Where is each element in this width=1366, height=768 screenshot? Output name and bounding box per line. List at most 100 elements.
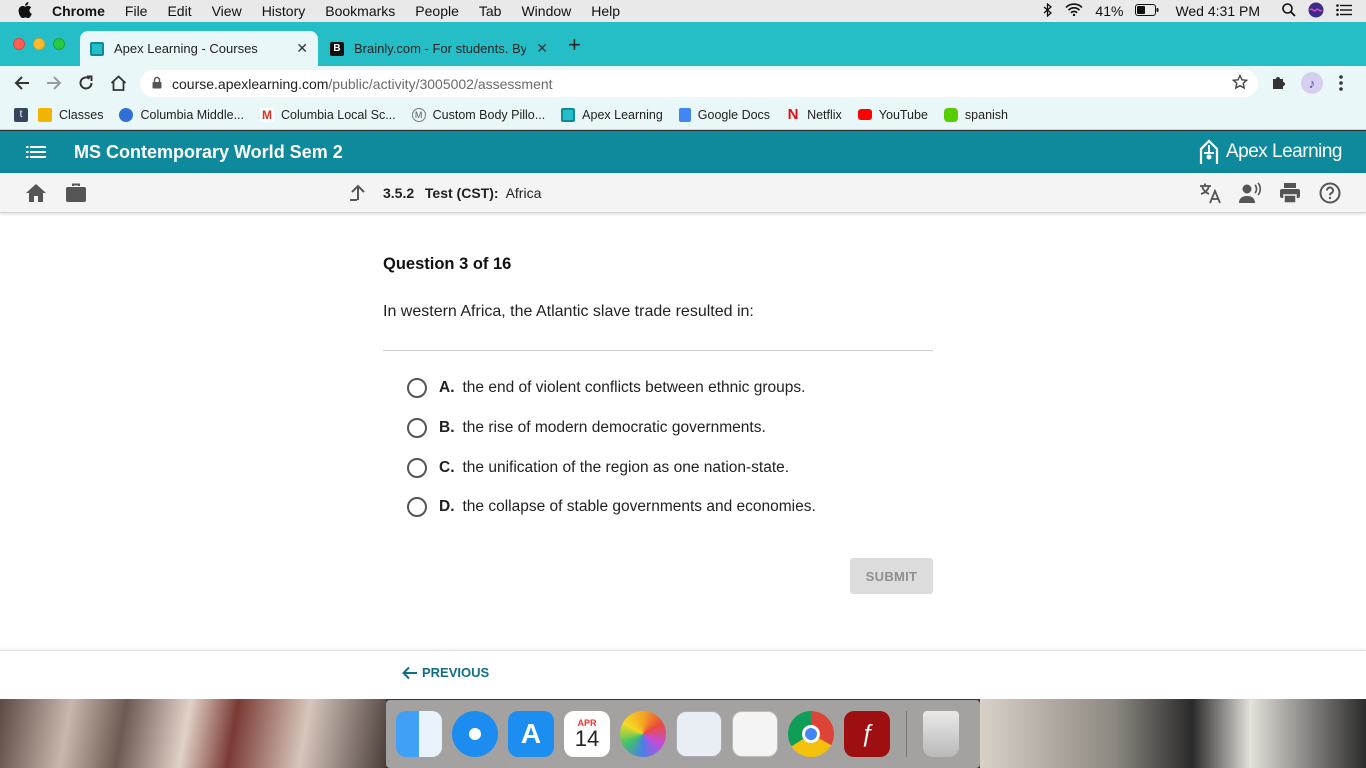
answer-choice-c[interactable]: C. the unification of the region as one … bbox=[407, 458, 789, 478]
notification-center-icon[interactable] bbox=[1336, 3, 1352, 19]
wallpaper-art bbox=[980, 699, 1366, 768]
page-content: MS Contemporary World Sem 2 Apex Learnin… bbox=[0, 131, 1366, 699]
up-arrow-icon[interactable] bbox=[349, 184, 367, 207]
menubar-clock[interactable]: Wed 4:31 PM bbox=[1175, 3, 1260, 19]
safari-icon[interactable] bbox=[452, 711, 498, 757]
bookmark-apex-learning[interactable]: Apex Learning bbox=[561, 107, 663, 122]
bookmark-netflix[interactable]: N Netflix bbox=[786, 106, 842, 123]
apex-logo-icon bbox=[1199, 139, 1219, 164]
window-close-button[interactable] bbox=[13, 38, 25, 50]
question-prompt: In western Africa, the Atlantic slave tr… bbox=[383, 303, 754, 320]
finder-icon[interactable] bbox=[396, 711, 442, 757]
tab-apex-learning[interactable]: Apex Learning - Courses ✕ bbox=[80, 31, 318, 66]
preview-icon[interactable] bbox=[676, 711, 722, 757]
course-header: MS Contemporary World Sem 2 Apex Learnin… bbox=[0, 131, 1366, 173]
calendar-icon[interactable]: APR 14 bbox=[564, 711, 610, 757]
extensions-puzzle-icon[interactable] bbox=[1270, 74, 1288, 97]
flash-player-icon[interactable]: ƒ bbox=[844, 711, 890, 757]
apple-icon[interactable] bbox=[0, 1, 42, 21]
youtube-icon bbox=[857, 109, 872, 120]
bookmark-label: Custom Body Pillo... bbox=[432, 107, 546, 122]
answer-choice-a[interactable]: A. the end of violent conflicts between … bbox=[407, 378, 805, 398]
menu-app-name[interactable]: Chrome bbox=[42, 3, 115, 19]
home-icon[interactable] bbox=[25, 183, 47, 208]
briefcase-icon[interactable] bbox=[65, 183, 87, 208]
lock-icon[interactable] bbox=[152, 76, 162, 92]
close-tab-icon[interactable]: ✕ bbox=[536, 40, 548, 57]
bookmark-spanish[interactable]: spanish bbox=[943, 107, 1008, 122]
activity-type: Test (CST): bbox=[424, 185, 499, 201]
choice-letter: B. bbox=[439, 419, 455, 436]
question-counter: Question 3 of 16 bbox=[383, 255, 512, 273]
radio-button[interactable] bbox=[407, 418, 427, 438]
new-tab-icon[interactable]: + bbox=[568, 34, 581, 56]
chrome-menu-icon[interactable] bbox=[1338, 74, 1344, 97]
chrome-icon[interactable] bbox=[788, 711, 834, 757]
wifi-icon[interactable] bbox=[1065, 3, 1083, 19]
tab-title: Apex Learning - Courses bbox=[114, 41, 258, 56]
help-icon[interactable] bbox=[1319, 182, 1341, 209]
radio-button[interactable] bbox=[407, 378, 427, 398]
google-docs-icon bbox=[678, 107, 691, 122]
calendar-day: 14 bbox=[574, 726, 600, 751]
previous-button[interactable]: PREVIOUS bbox=[402, 665, 489, 680]
close-tab-icon[interactable]: ✕ bbox=[296, 40, 308, 57]
bookmark-columbia-middle[interactable]: Columbia Middle... bbox=[119, 107, 244, 122]
bookmark-classes[interactable]: Classes bbox=[38, 107, 104, 122]
spotlight-icon[interactable] bbox=[1282, 2, 1296, 20]
bookmark-columbia-local[interactable]: M Columbia Local Sc... bbox=[259, 107, 396, 122]
menu-view[interactable]: View bbox=[202, 3, 252, 19]
menu-edit[interactable]: Edit bbox=[157, 3, 201, 19]
photos-icon[interactable] bbox=[620, 711, 666, 757]
submit-button[interactable]: SUBMIT bbox=[850, 558, 933, 594]
browser-toolbar: course.apexlearning.com /public/activity… bbox=[0, 66, 1366, 100]
bookmark-custom-body-pillow[interactable]: M Custom Body Pillo... bbox=[411, 107, 546, 122]
app-store-icon[interactable]: A bbox=[508, 711, 554, 757]
bookmark-tumblr[interactable]: t bbox=[14, 107, 28, 122]
window-zoom-button[interactable] bbox=[53, 38, 65, 50]
activity-name: Africa bbox=[505, 185, 542, 201]
textedit-icon[interactable] bbox=[732, 711, 778, 757]
home-button-icon[interactable] bbox=[102, 67, 134, 99]
choice-text: the unification of the region as one nat… bbox=[462, 459, 790, 476]
forward-icon[interactable] bbox=[38, 67, 70, 99]
menu-window[interactable]: Window bbox=[511, 3, 581, 19]
menu-help[interactable]: Help bbox=[581, 3, 630, 19]
address-bar[interactable]: course.apexlearning.com /public/activity… bbox=[140, 70, 1258, 97]
hamburger-menu-icon[interactable] bbox=[26, 145, 46, 159]
read-aloud-icon[interactable] bbox=[1238, 182, 1262, 209]
bookmarks-bar: t Classes Columbia Middle... M Columbia … bbox=[0, 100, 1366, 130]
menu-people[interactable]: People bbox=[405, 3, 469, 19]
tab-brainly[interactable]: B Brainly.com - For students. By ✕ bbox=[320, 31, 558, 66]
apex-favicon-icon bbox=[90, 41, 104, 56]
chrome-center-icon bbox=[802, 725, 820, 743]
translate-icon[interactable] bbox=[1199, 182, 1221, 209]
bookmark-star-icon[interactable] bbox=[1231, 73, 1249, 93]
tab-title: Brainly.com - For students. By bbox=[354, 41, 526, 56]
bluetooth-icon[interactable] bbox=[1043, 2, 1053, 20]
profile-avatar[interactable]: ♪ bbox=[1301, 72, 1323, 94]
bookmark-label: Columbia Local Sc... bbox=[280, 107, 396, 122]
back-icon[interactable] bbox=[6, 67, 38, 99]
bookmark-youtube[interactable]: YouTube bbox=[857, 108, 928, 122]
menu-file[interactable]: File bbox=[115, 3, 158, 19]
bookmark-label: Classes bbox=[59, 107, 104, 122]
siri-icon[interactable] bbox=[1308, 2, 1324, 21]
menu-history[interactable]: History bbox=[252, 3, 316, 19]
tumblr-icon: t bbox=[14, 107, 28, 122]
window-minimize-button[interactable] bbox=[33, 38, 45, 50]
choice-text: the rise of modern democratic government… bbox=[462, 419, 766, 436]
bookmark-label: Netflix bbox=[807, 107, 842, 122]
print-icon[interactable] bbox=[1279, 182, 1301, 209]
radio-button[interactable] bbox=[407, 458, 427, 478]
trash-icon[interactable] bbox=[923, 711, 959, 757]
answer-choice-d[interactable]: D. the collapse of stable governments an… bbox=[407, 497, 816, 517]
menu-tab[interactable]: Tab bbox=[469, 3, 512, 19]
radio-button[interactable] bbox=[407, 497, 427, 517]
custom-pillow-icon: M bbox=[411, 107, 426, 122]
bookmark-google-docs[interactable]: Google Docs bbox=[678, 107, 770, 122]
battery-icon[interactable] bbox=[1135, 3, 1159, 19]
menu-bookmarks[interactable]: Bookmarks bbox=[315, 3, 405, 19]
answer-choice-b[interactable]: B. the rise of modern democratic governm… bbox=[407, 418, 766, 438]
reload-icon[interactable] bbox=[70, 67, 102, 99]
